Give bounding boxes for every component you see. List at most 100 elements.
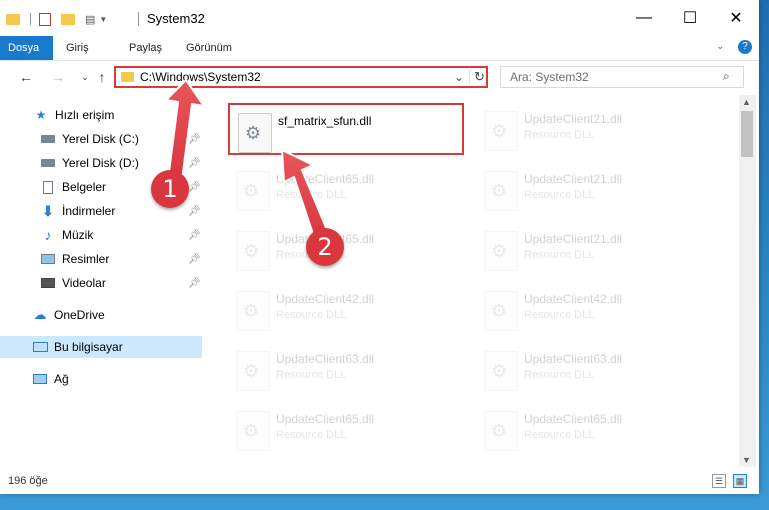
sidebar-item-network[interactable]: Ağ	[0, 368, 202, 390]
picture-icon	[40, 252, 56, 266]
large-icons-view-icon[interactable]: ▦	[733, 474, 747, 488]
scrollbar-thumb[interactable]	[741, 111, 753, 157]
help-icon[interactable]: ?	[738, 40, 752, 54]
customize-toolbar-chevron-icon[interactable]: ▼	[99, 15, 107, 24]
pin-icon[interactable]: 📌︎	[188, 134, 201, 145]
step-callout-2: 2	[306, 228, 344, 266]
file-tile[interactable]: ⚙ UpdateClient65.dll Resource DLL	[228, 163, 468, 215]
dll-file-icon: ⚙	[484, 351, 518, 391]
drive-icon	[40, 132, 56, 146]
forward-arrow-icon[interactable]: →	[48, 67, 68, 87]
file-tile[interactable]: ⚙ UpdateClient21.dll Resource DLL	[476, 223, 716, 275]
sidebar-item-music[interactable]: ♪ Müzik 📌︎	[0, 224, 202, 246]
pin-icon[interactable]: 📌︎	[188, 254, 201, 265]
sidebar-item-this-pc[interactable]: Bu bilgisayar	[0, 336, 202, 358]
file-tile-selected[interactable]: ⚙ sf_matrix_sfun.dll	[228, 103, 464, 155]
vertical-scrollbar[interactable]: ▲ ▼	[739, 95, 756, 467]
drive-icon	[40, 156, 56, 170]
view-options-icon[interactable]: ▤	[85, 13, 95, 26]
address-bar[interactable]: C:\Windows\System32 ⌄ ↻	[114, 66, 488, 88]
back-arrow-icon[interactable]: ←	[16, 67, 36, 87]
search-placeholder: Ara: System32	[510, 70, 589, 84]
sidebar-item-label: İndirmeler	[62, 204, 116, 218]
file-type: Resource DLL	[524, 189, 595, 201]
file-tile[interactable]: ⚙ UpdateClient63.dll Resource DLL	[228, 343, 468, 395]
search-input[interactable]: Ara: System32 ⌕	[500, 66, 744, 88]
refresh-icon[interactable]: ↻	[474, 69, 485, 85]
gear-icon: ⚙	[491, 421, 508, 441]
sidebar-item-label: Bu bilgisayar	[54, 340, 123, 354]
tab-share[interactable]: Paylaş	[119, 36, 172, 60]
folder-icon[interactable]	[6, 13, 20, 25]
dll-file-icon: ⚙	[236, 291, 270, 331]
music-icon: ♪	[44, 227, 52, 243]
network-icon	[32, 372, 48, 386]
sidebar-item-pictures[interactable]: Resimler 📌︎	[0, 248, 202, 270]
up-arrow-icon[interactable]: ↑	[92, 67, 112, 87]
address-folder-icon	[121, 72, 134, 82]
gear-icon: ⚙	[243, 361, 260, 381]
pin-icon[interactable]: 📌︎	[188, 206, 201, 217]
pin-icon[interactable]: 📌︎	[188, 230, 201, 241]
title-separator	[138, 12, 139, 26]
file-type: Resource DLL	[524, 369, 595, 381]
tab-file[interactable]: Dosya	[0, 36, 53, 60]
video-icon	[40, 276, 56, 290]
sidebar-item-videos[interactable]: Videolar 📌︎	[0, 272, 202, 294]
file-tile[interactable]: ⚙ UpdateClient21.dll Resource DLL	[476, 103, 716, 155]
tab-home[interactable]: Giriş	[56, 36, 99, 60]
address-dropdown-chevron-icon[interactable]: ⌄	[454, 70, 464, 84]
maximize-button[interactable]: ☐	[667, 0, 713, 36]
scroll-down-arrow-icon[interactable]: ▼	[742, 455, 751, 465]
minimize-button[interactable]: —	[621, 0, 667, 36]
sidebar-item-label: Müzik	[62, 228, 94, 242]
sidebar-item-onedrive[interactable]: ☁ OneDrive	[0, 304, 202, 326]
item-count: 196 öğe	[8, 475, 48, 487]
search-icon[interactable]: ⌕	[723, 69, 730, 84]
file-tile[interactable]: ⚙ UpdateClient21.dll Resource DLL	[476, 163, 716, 215]
file-name: UpdateClient65.dll	[524, 412, 623, 426]
file-tile[interactable]: ⚙ UpdateClient63.dll Resource DLL	[476, 343, 716, 395]
file-tile[interactable]: ⚙ UpdateClient42.dll Resource DLL	[476, 283, 716, 335]
file-tile[interactable]: ⚙ UpdateClient65.dll Resource DLL	[228, 403, 468, 455]
file-type: Resource DLL	[524, 429, 595, 441]
file-tile[interactable]: ⚙ UpdateClient65.dll Resource DLL	[476, 403, 716, 455]
file-name: UpdateClient21.dll	[524, 172, 623, 186]
pin-icon[interactable]: 📌︎	[188, 182, 201, 193]
file-type: Resource DLL	[524, 249, 595, 261]
new-folder-icon[interactable]	[61, 13, 75, 25]
file-name: UpdateClient21.dll	[524, 112, 623, 126]
ribbon-tabs: Dosya Giriş Paylaş Görünüm ⌄ ?	[0, 36, 759, 61]
step-callout-1: 1	[151, 170, 189, 208]
details-view-icon[interactable]: ☰	[712, 474, 726, 488]
file-type: Resource DLL	[524, 129, 595, 141]
sidebar-item-local-disk-c[interactable]: Yerel Disk (C:) 📌︎	[0, 128, 202, 150]
gear-icon: ⚙	[491, 121, 508, 141]
pin-icon[interactable]: 📌︎	[188, 278, 201, 289]
file-tile[interactable]: ⚙ UpdateClient65.dll Resource DLL	[228, 223, 468, 275]
expand-ribbon-chevron-icon[interactable]: ⌄	[716, 41, 724, 52]
dll-file-icon: ⚙	[484, 291, 518, 331]
pin-icon[interactable]: 📌︎	[188, 158, 201, 169]
sidebar-item-label: Videolar	[62, 276, 106, 290]
gear-icon: ⚙	[243, 421, 260, 441]
dll-file-icon: ⚙	[484, 171, 518, 211]
tab-view[interactable]: Görünüm	[176, 36, 242, 60]
dll-file-icon: ⚙	[484, 111, 518, 151]
sidebar-item-quick-access[interactable]: ★ Hızlı erişim	[0, 104, 202, 126]
gear-icon: ⚙	[243, 301, 260, 321]
close-button[interactable]: ✕	[713, 0, 759, 36]
toolbar-separator	[30, 13, 31, 25]
star-icon: ★	[35, 108, 47, 122]
file-tile[interactable]: ⚙ UpdateClient42.dll Resource DLL	[228, 283, 468, 335]
navigation-pane: ★ Hızlı erişim Yerel Disk (C:) 📌︎ Yerel …	[0, 96, 205, 466]
scroll-up-arrow-icon[interactable]: ▲	[742, 97, 751, 107]
navigation-bar: ← → ⌄ ↑ C:\Windows\System32 ⌄ ↻ Ara: Sys…	[0, 61, 759, 93]
file-name: UpdateClient65.dll	[276, 172, 375, 186]
file-name: UpdateClient65.dll	[276, 412, 375, 426]
properties-icon[interactable]	[39, 12, 51, 26]
file-name: UpdateClient42.dll	[276, 292, 375, 306]
address-divider	[469, 70, 470, 84]
dll-file-icon: ⚙	[236, 231, 270, 271]
gear-icon: ⚙	[491, 241, 508, 261]
